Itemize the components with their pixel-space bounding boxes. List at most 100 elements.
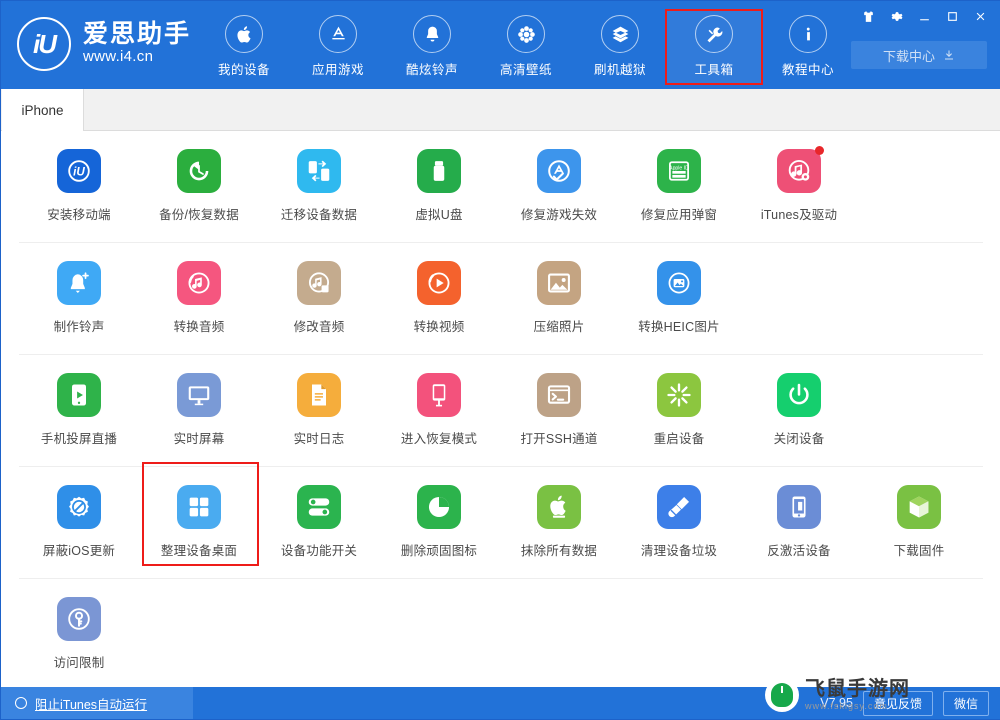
tool-tile[interactable]: 虚拟U盘 [379,131,499,242]
tool-tile[interactable]: 屏蔽iOS更新 [19,467,139,578]
tool-tile[interactable]: 下载固件 [859,467,979,578]
tool-tile[interactable]: 手机投屏直播 [19,355,139,466]
download-center-button[interactable]: 下载中心 [851,41,987,69]
block-itunes-toggle[interactable]: 阻止iTunes自动运行 [1,687,193,719]
tool-tile[interactable]: 修改音频 [259,243,379,354]
tool-tile[interactable]: 抹除所有数据 [499,467,619,578]
close-icon[interactable] [967,5,993,27]
tool-tile[interactable]: 反激活设备 [739,467,859,578]
tool-tile[interactable]: 制作铃声 [19,243,139,354]
block-update-icon [57,485,101,529]
tool-tile[interactable]: Apple ID 修复应用弹窗 [619,131,739,242]
minimize-icon[interactable] [911,5,937,27]
nav-item-label: 应用游戏 [311,63,364,77]
tool-tile[interactable]: 转换HEIC图片 [619,243,739,354]
nav-item-box-open[interactable]: 刷机越狱 [573,11,667,83]
screen-cast-icon [57,373,101,417]
bell-icon [413,15,451,53]
usb-drive-icon [417,149,461,193]
toggles-icon [297,485,341,529]
nav-item-apple[interactable]: 我的设备 [197,11,291,83]
itunes-icon [777,146,824,193]
block-update-icon [69,496,89,517]
key-lock-icon [68,608,90,630]
radio-icon [15,697,27,709]
tool-tile[interactable]: 实时屏幕 [139,355,259,466]
status-bar: 阻止iTunes自动运行 V7.95 意见反馈 微信 飞鼠手游网 www.fsk… [1,678,1000,719]
bell-icon [426,26,438,42]
maximize-icon[interactable] [939,5,965,27]
wrench-icon [695,15,733,53]
tool-tile-label: 手机投屏直播 [40,432,118,446]
tool-tile[interactable]: 转换视频 [379,243,499,354]
tool-tile-label: 打开SSH通道 [520,432,598,446]
brand-logo-text: iU [33,28,57,59]
shirt-icon[interactable] [855,5,881,27]
tool-tile[interactable]: iU 安装移动端 [19,131,139,242]
deactivate-icon [792,496,806,518]
tool-tile[interactable]: 转换音频 [139,243,259,354]
window-controls [855,5,993,27]
toolbox-row: iU 安装移动端 备份/恢复数据 迁移设备数据 虚拟U盘 修复游戏失效 Apple ID 修复… [19,131,983,243]
heic-convert-icon [668,272,690,294]
main-nav: 我的设备 应用游戏 酷炫铃声 高清壁纸 刷机越狱 工具箱 教程中心 [197,9,855,85]
nav-item-appstore[interactable]: 应用游戏 [291,11,385,83]
monitor-icon [177,373,221,417]
tool-tile[interactable]: 进入恢复模式 [379,355,499,466]
app-header: iU 爱思助手 www.i4.cn 我的设备 应用游戏 酷炫铃声 高清壁纸 刷机越狱 工具… [1,1,1000,89]
appstore-icon [319,15,357,53]
recovery-mode-icon [432,384,446,407]
bell-plus-icon [57,261,101,305]
tool-tile[interactable]: 访问限制 [19,579,139,689]
flower-icon [517,25,535,43]
tool-tile-label: 重启设备 [653,432,705,446]
status-bar-right: V7.95 意见反馈 微信 [820,690,1000,716]
appleid-icon: Apple ID [669,161,689,181]
tool-tile[interactable]: 设备功能开关 [259,467,379,578]
tool-tile[interactable]: 迁移设备数据 [259,131,379,242]
i4-app-icon: iU [57,149,101,193]
toolbox-row: 手机投屏直播 实时屏幕 实时日志 进入恢复模式 打开SSH通道 重启设备 关闭设备 [19,355,983,467]
feedback-button[interactable]: 意见反馈 [862,690,933,716]
power-off-icon [789,383,809,405]
nav-item-wrench[interactable]: 工具箱 [665,9,763,85]
nav-item-bell[interactable]: 酷炫铃声 [385,11,479,83]
tool-tile[interactable]: 实时日志 [259,355,379,466]
wechat-button[interactable]: 微信 [942,690,989,716]
device-transfer-icon [297,149,341,193]
tool-tile[interactable]: 清理设备垃圾 [619,467,739,578]
tool-tile[interactable]: 修复游戏失效 [499,131,619,242]
nav-item-flower[interactable]: 高清壁纸 [479,11,573,83]
tool-tile[interactable]: iTunes及驱动 [739,131,859,242]
tab-iphone[interactable]: iPhone [2,89,84,131]
tool-tile[interactable]: 整理设备桌面 [139,462,259,578]
apple-erase-icon [537,485,581,529]
brand: iU 爱思助手 www.i4.cn [17,17,191,71]
gear-icon[interactable] [883,5,909,27]
info-icon [789,15,827,53]
broom-icon [657,485,701,529]
tool-tile[interactable]: 删除顽固图标 [379,467,499,578]
bell-plus-icon [70,272,89,294]
tool-tile-label: 备份/恢复数据 [159,208,239,222]
feedback-label: 意见反馈 [873,696,922,711]
nav-item-label: 高清壁纸 [499,63,552,77]
download-center-label: 下载中心 [882,48,935,64]
tool-tile[interactable]: 压缩照片 [499,243,619,354]
toolbox-grid: iU 安装移动端 备份/恢复数据 迁移设备数据 虚拟U盘 修复游戏失效 Apple ID 修复… [1,131,1000,689]
nav-item-info[interactable]: 教程中心 [761,11,855,83]
tool-tile[interactable]: 备份/恢复数据 [139,131,259,242]
tool-tile[interactable]: 关闭设备 [739,355,859,466]
photo-compress-icon [548,273,570,293]
appstore-fix-icon [537,149,581,193]
appstore-fix-icon [548,160,570,182]
recovery-mode-icon [417,373,461,417]
tool-tile-label: 制作铃声 [53,320,105,334]
brand-name: 爱思助手 [83,20,192,49]
tool-tile-label: 清理设备垃圾 [640,544,718,558]
tool-tile[interactable]: 打开SSH通道 [499,355,619,466]
tool-tile[interactable]: 重启设备 [619,355,739,466]
tool-tile-label: 下载固件 [893,544,945,558]
power-off-icon [777,373,821,417]
clock-restore-icon [189,161,209,181]
